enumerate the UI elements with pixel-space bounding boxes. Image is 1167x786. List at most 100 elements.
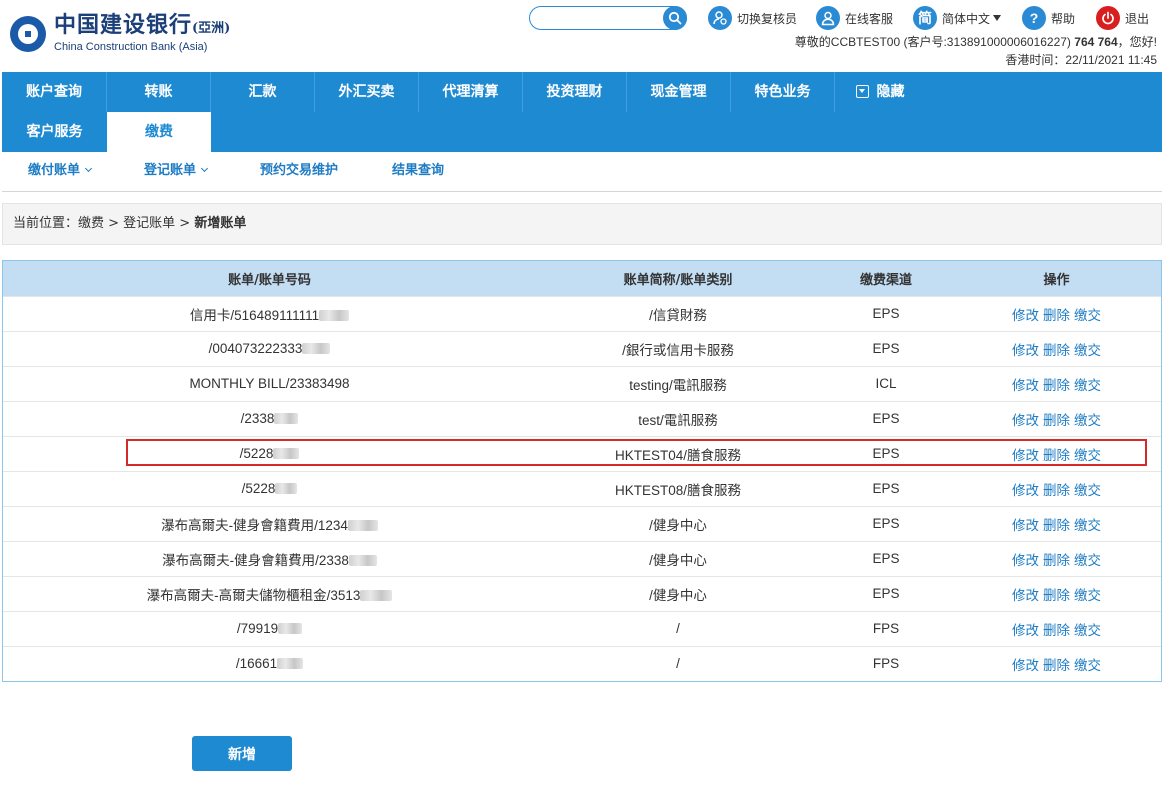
cell-bill-name: /銀行或信用卡服務 — [622, 342, 734, 358]
edit-link[interactable]: 修改 — [1012, 588, 1039, 603]
subnav-register-bills[interactable]: 登记账单 — [144, 152, 209, 190]
nav-agency-clearing[interactable]: 代理清算 — [419, 72, 523, 112]
pay-link[interactable]: 缴交 — [1074, 448, 1101, 463]
logo-english-name: China Construction Bank (Asia) — [54, 41, 208, 53]
bank-logo[interactable]: 中国建设银行(亞洲) China Construction Bank (Asia… — [10, 14, 230, 54]
cell-actions: 修改 删除 缴交 — [952, 296, 1161, 331]
table-row: /16661 / FPS 修改 删除 缴交 — [3, 646, 1161, 681]
cell-bill-name: test/電訊服務 — [638, 412, 718, 428]
logout-label: 退出 — [1125, 11, 1150, 26]
language-selector[interactable]: 简 简体中文 — [913, 5, 1002, 31]
edit-link[interactable]: 修改 — [1012, 483, 1039, 498]
bills-table: 账单/账单号码 账单简称/账单类别 缴费渠道 操作 信用卡/5164891111… — [3, 261, 1161, 681]
edit-link[interactable]: 修改 — [1012, 553, 1039, 568]
cell-channel: EPS — [872, 411, 900, 426]
search-button[interactable] — [663, 6, 687, 30]
subnav-scheduled-maintenance[interactable]: 预约交易维护 — [260, 152, 338, 190]
delete-link[interactable]: 删除 — [1043, 343, 1070, 358]
delete-link[interactable]: 删除 — [1043, 623, 1070, 638]
online-service-button[interactable]: 在线客服 — [816, 5, 893, 31]
help-icon: ? — [1022, 6, 1046, 30]
table-row: 瀑布高爾夫-高爾夫儲物櫃租金/3513/健身中心 EPS 修改 删除 缴交 — [3, 576, 1161, 611]
col-header-bill-number: 账单/账单号码 — [228, 272, 311, 288]
pay-link[interactable]: 缴交 — [1074, 483, 1101, 498]
edit-link[interactable]: 修改 — [1012, 343, 1039, 358]
table-row: MONTHLY BILL/23383498 testing/電訊服務 ICL 修改 删除… — [3, 366, 1161, 401]
cell-actions: 修改 删除 缴交 — [952, 646, 1161, 681]
nav-special-services[interactable]: 特色业务 — [731, 72, 835, 112]
edit-link[interactable]: 修改 — [1012, 308, 1039, 323]
search-icon — [668, 11, 682, 25]
redacted-digits — [273, 448, 300, 459]
pay-link[interactable]: 缴交 — [1074, 588, 1101, 603]
edit-link[interactable]: 修改 — [1012, 448, 1039, 463]
nav-account-inquiry[interactable]: 账户查询 — [2, 72, 107, 112]
sub-navigation: 缴付账单 登记账单 预约交易维护 结果查询 — [2, 152, 1162, 192]
table-header-row: 账单/账单号码 账单简称/账单类别 缴费渠道 操作 — [3, 261, 1161, 296]
nav-remittance[interactable]: 汇款 — [211, 72, 315, 112]
switch-reviewer-button[interactable]: 切换复核员 — [708, 5, 797, 31]
delete-link[interactable]: 删除 — [1043, 553, 1070, 568]
logout-button[interactable]: 退出 — [1096, 5, 1149, 31]
nav-cash-management[interactable]: 现金管理 — [627, 72, 731, 112]
help-label: 帮助 — [1051, 11, 1076, 26]
delete-link[interactable]: 删除 — [1043, 378, 1070, 393]
redacted-digits — [347, 519, 378, 531]
delete-link[interactable]: 删除 — [1043, 518, 1070, 533]
delete-link[interactable]: 删除 — [1043, 448, 1070, 463]
edit-link[interactable]: 修改 — [1012, 378, 1039, 393]
delete-link[interactable]: 删除 — [1043, 413, 1070, 428]
pay-link[interactable]: 缴交 — [1074, 553, 1101, 568]
search-box — [529, 6, 687, 30]
delete-link[interactable]: 删除 — [1043, 483, 1070, 498]
table-row: /5228 HKTEST04/膳食服務 EPS 修改 删除 缴交 — [3, 436, 1161, 471]
pay-link[interactable]: 缴交 — [1074, 343, 1101, 358]
cell-actions: 修改 删除 缴交 — [952, 436, 1161, 471]
collapse-icon — [855, 85, 869, 98]
delete-link[interactable]: 删除 — [1043, 308, 1070, 323]
table-row: /2338 test/電訊服務 EPS 修改 删除 缴交 — [3, 401, 1161, 436]
logo-chinese-name: 中国建设银行(亞洲) — [54, 12, 231, 38]
pay-link[interactable]: 缴交 — [1074, 378, 1101, 393]
edit-link[interactable]: 修改 — [1012, 413, 1039, 428]
subnav-pay-bills[interactable]: 缴付账单 — [28, 152, 93, 190]
redacted-digits — [278, 623, 303, 634]
chevron-down-icon — [84, 164, 93, 173]
cell-bill-name: / — [676, 656, 680, 672]
nav-transfer[interactable]: 转账 — [107, 72, 211, 112]
help-button[interactable]: ? 帮助 — [1022, 5, 1075, 31]
cell-bill-number: MONTHLY BILL/23383498 — [189, 376, 350, 391]
cell-bill-name: /信貸財務 — [649, 307, 707, 323]
edit-link[interactable]: 修改 — [1012, 658, 1039, 673]
redacted-digits — [319, 309, 350, 321]
redacted-digits — [275, 483, 298, 494]
search-input[interactable] — [540, 10, 660, 26]
cell-channel: ICL — [875, 376, 897, 391]
hong-kong-time: 香港时间：22/11/2021 11:45 — [1005, 53, 1157, 67]
nav-forex[interactable]: 外汇买卖 — [315, 72, 419, 112]
cell-bill-name: / — [676, 621, 680, 636]
nav-investment[interactable]: 投资理财 — [523, 72, 627, 112]
delete-link[interactable]: 删除 — [1043, 658, 1070, 673]
col-header-bill-name: 账单简称/账单类别 — [623, 272, 733, 288]
nav-bill-payment[interactable]: 缴费 — [107, 112, 211, 152]
bills-table-container: 账单/账单号码 账单简称/账单类别 缴费渠道 操作 信用卡/5164891111… — [2, 260, 1162, 682]
nav-hide-toggle[interactable]: 隐藏 — [835, 72, 925, 112]
pay-link[interactable]: 缴交 — [1074, 413, 1101, 428]
table-row: 瀑布高爾夫-健身會籍費用/2338/健身中心 EPS 修改 删除 缴交 — [3, 541, 1161, 576]
nav-customer-service[interactable]: 客户服务 — [2, 112, 107, 152]
edit-link[interactable]: 修改 — [1012, 623, 1039, 638]
edit-link[interactable]: 修改 — [1012, 518, 1039, 533]
table-row: 信用卡/516489111111/信貸財務 EPS 修改 删除 缴交 — [3, 296, 1161, 331]
breadcrumb-current: 新增账单 — [194, 216, 247, 231]
add-bill-button[interactable]: 新增 — [192, 736, 292, 771]
pay-link[interactable]: 缴交 — [1074, 658, 1101, 673]
pay-link[interactable]: 缴交 — [1074, 623, 1101, 638]
online-service-label: 在线客服 — [845, 11, 894, 26]
subnav-result-inquiry[interactable]: 结果查询 — [392, 152, 444, 190]
table-row: /79919 / FPS 修改 删除 缴交 — [3, 611, 1161, 646]
cell-channel: EPS — [872, 516, 900, 531]
pay-link[interactable]: 缴交 — [1074, 518, 1101, 533]
pay-link[interactable]: 缴交 — [1074, 308, 1101, 323]
delete-link[interactable]: 删除 — [1043, 588, 1070, 603]
